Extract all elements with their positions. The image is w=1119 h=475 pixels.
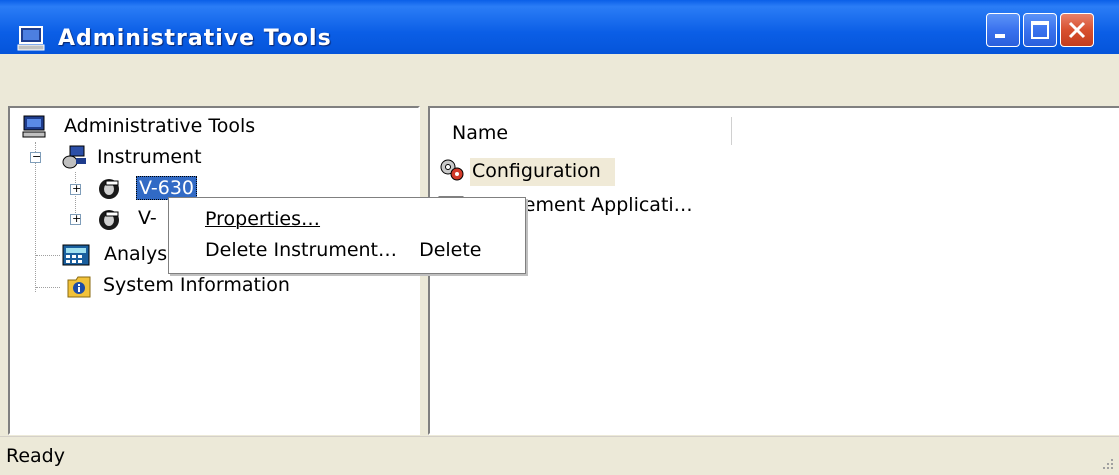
instrument-icon: [99, 210, 119, 230]
maximize-icon: [1031, 21, 1049, 39]
column-separator[interactable]: [731, 117, 735, 145]
minimize-icon: [995, 34, 1005, 38]
menu-bar: [0, 54, 1119, 94]
list-pane[interactable]: [428, 106, 1119, 435]
menu-item-delete-shortcut: Delete: [419, 239, 482, 261]
tree-item-administrative-tools[interactable]: Administrative Tools: [64, 115, 255, 137]
computer-icon: [22, 115, 46, 138]
tree-item-system-information[interactable]: System Information: [103, 274, 290, 296]
list-item-configuration[interactable]: Configuration: [470, 158, 615, 186]
status-bar: Ready: [0, 436, 1119, 475]
computer-icon: [17, 26, 45, 51]
system-info-icon: [67, 276, 91, 298]
expand-toggle-v-second[interactable]: +: [70, 213, 81, 225]
close-button[interactable]: [1060, 13, 1094, 47]
expand-toggle-v630[interactable]: +: [70, 183, 81, 195]
column-header-name-label: Name: [452, 122, 509, 144]
administrative-tools-window: Administrative Tools Administrative Tool…: [0, 0, 1119, 475]
configuration-icon: [440, 159, 464, 181]
network-icon: [62, 145, 86, 169]
status-text: Ready: [6, 445, 65, 467]
minimize-button[interactable]: [986, 13, 1020, 47]
tree-line: [36, 287, 60, 288]
tree-line: [35, 142, 36, 292]
tree-item-v-second[interactable]: V-: [138, 207, 157, 229]
tree-item-analysis[interactable]: Analys: [104, 243, 167, 265]
tree-line: [36, 255, 60, 256]
tree-item-instrument[interactable]: Instrument: [97, 146, 202, 168]
menu-item-delete-instrument[interactable]: Delete Instrument… Delete: [205, 239, 482, 261]
menu-item-properties-label: Properties…: [205, 208, 321, 230]
collapse-toggle-instrument[interactable]: −: [30, 151, 41, 163]
menu-item-delete-instrument-label: Delete Instrument…: [205, 239, 398, 261]
close-icon: [1068, 21, 1086, 39]
window-title: Administrative Tools: [58, 26, 332, 51]
calculator-icon: [62, 244, 90, 266]
instrument-icon: [99, 179, 119, 199]
resize-grip-icon[interactable]: [1099, 455, 1115, 471]
context-menu: Properties… Delete Instrument… Delete: [168, 197, 526, 274]
menu-item-properties[interactable]: Properties…: [205, 208, 320, 230]
maximize-button[interactable]: [1023, 13, 1057, 47]
